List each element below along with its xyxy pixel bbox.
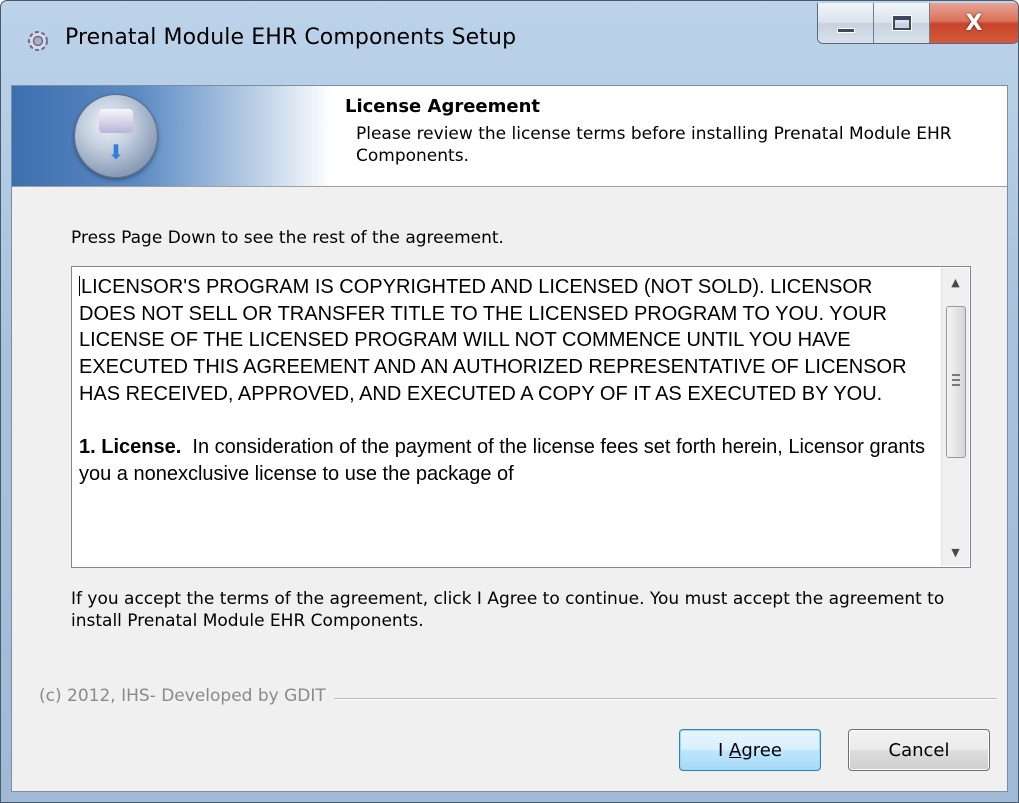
license-textbox[interactable]: LICENSOR'S PROGRAM IS COPYRIGHTED AND LI… — [71, 266, 971, 568]
header-banner: ⬇ License Agreement Please review the li… — [12, 86, 1007, 187]
accept-instructions: If you accept the terms of the agreement… — [71, 589, 945, 631]
maximize-icon — [892, 16, 911, 30]
installer-window: Prenatal Module EHR Components Setup X ⬇… — [0, 0, 1019, 803]
close-icon: X — [965, 10, 983, 36]
page-title: License Agreement — [345, 96, 541, 117]
license-text[interactable]: LICENSOR'S PROGRAM IS COPYRIGHTED AND LI… — [79, 274, 929, 560]
maximize-button[interactable] — [874, 3, 930, 43]
agree-label: I Agree — [718, 739, 782, 761]
grip-icon — [952, 374, 960, 386]
title-bar[interactable]: Prenatal Module EHR Components Setup X — [1, 1, 1018, 85]
text-cursor — [79, 276, 80, 296]
license-paragraph-text: LICENSOR'S PROGRAM IS COPYRIGHTED AND LI… — [79, 276, 907, 405]
page-subtitle: Please review the license terms before i… — [356, 124, 952, 166]
installer-disk-icon: ⬇ — [74, 94, 158, 178]
cancel-button[interactable]: Cancel — [848, 729, 990, 771]
scroll-down-button[interactable]: ▼ — [942, 538, 969, 566]
disk-label — [99, 109, 133, 133]
dialog-body: ⬇ License Agreement Please review the li… — [11, 85, 1008, 792]
section-text: In consideration of the payment of the l… — [79, 436, 926, 485]
banner-graphic — [12, 86, 332, 186]
license-paragraph: LICENSOR'S PROGRAM IS COPYRIGHTED AND LI… — [79, 274, 929, 408]
download-arrow-icon: ⬇ — [107, 140, 125, 164]
window-title: Prenatal Module EHR Components Setup — [65, 25, 517, 50]
minimize-icon — [836, 27, 855, 33]
scroll-hint: Press Page Down to see the rest of the a… — [71, 228, 504, 248]
license-section: 1. License. In consideration of the paym… — [79, 434, 929, 487]
setup-gear-icon — [28, 31, 48, 51]
branding-text: (c) 2012, IHS- Developed by GDIT — [39, 686, 334, 706]
scroll-up-button[interactable]: ▲ — [942, 268, 969, 296]
close-button[interactable]: X — [930, 3, 1018, 43]
license-scrollbar[interactable]: ▲ ▼ — [941, 268, 969, 566]
caption-buttons: X — [817, 3, 1018, 44]
scroll-thumb[interactable] — [946, 306, 966, 458]
agree-button[interactable]: I Agree — [679, 729, 821, 771]
minimize-button[interactable] — [818, 3, 874, 43]
section-heading: 1. License. — [79, 436, 182, 459]
